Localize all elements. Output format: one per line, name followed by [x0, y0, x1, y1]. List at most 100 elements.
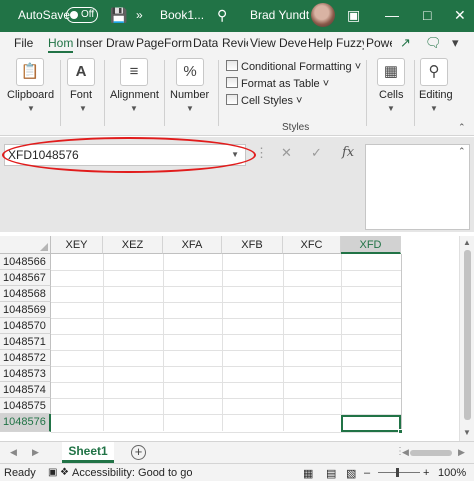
tab-view[interactable]: View — [250, 36, 276, 50]
collapse-formula-bar-icon[interactable]: ⌃ — [458, 146, 466, 157]
zoom-level[interactable]: 100% — [438, 467, 466, 479]
gridline — [51, 432, 401, 433]
vertical-scrollbar[interactable]: ▲ ▼ — [459, 236, 474, 441]
tab-developer[interactable]: Deve — [279, 36, 307, 50]
chevron-down-icon: ▼ — [130, 104, 138, 113]
status-bar: Ready ▣ ❖ Accessibility: Good to go ▦ ▤ … — [0, 463, 474, 481]
cell-styles-button[interactable]: Cell Styles ˅ — [226, 94, 302, 107]
autosave-state: Off — [81, 9, 95, 20]
avatar[interactable] — [311, 3, 335, 27]
row-header[interactable]: 1048567 — [0, 270, 51, 286]
cells-label: Cells — [379, 89, 404, 101]
tab-fuzzy[interactable]: Fuzzy — [336, 36, 364, 50]
gridline — [222, 254, 223, 431]
ribbon-display-icon[interactable]: ▣ — [347, 6, 360, 24]
tab-data[interactable]: Data — [193, 36, 218, 50]
next-sheet-icon[interactable]: ▶ — [32, 447, 39, 458]
collapse-ribbon-icon[interactable]: ⌃ — [458, 122, 466, 133]
sheet-tab[interactable]: Sheet1 — [62, 442, 114, 463]
scroll-up-icon[interactable]: ▲ — [463, 238, 471, 247]
horizontal-scroll-thumb[interactable] — [410, 450, 452, 456]
row-header[interactable]: 1048570 — [0, 318, 51, 334]
insert-function-icon[interactable]: fx — [342, 145, 354, 160]
clipboard-label: Clipboard — [7, 89, 55, 101]
scroll-left-icon[interactable]: ◀ — [402, 447, 409, 458]
formula-bar-handle-icon[interactable]: ⋮ — [255, 145, 268, 161]
column-header[interactable]: XFA — [163, 236, 222, 254]
zoom-slider[interactable] — [378, 472, 420, 473]
row-header[interactable]: 1048568 — [0, 286, 51, 302]
accessibility-icon[interactable]: ❖ — [60, 467, 69, 478]
fill-handle[interactable] — [398, 429, 403, 434]
zoom-out-icon[interactable]: – — [364, 467, 370, 479]
cancel-icon[interactable]: ✕ — [281, 145, 292, 161]
alignment-group[interactable]: ≡ Alignment ▼ — [106, 54, 162, 136]
tab-page-layout[interactable]: Page — [136, 36, 164, 50]
user-name[interactable]: Brad Yundt — [250, 8, 309, 22]
chevron-down-icon: ▼ — [430, 104, 438, 113]
minimize-icon[interactable]: — — [385, 6, 399, 24]
tab-formulas[interactable]: Form — [164, 36, 192, 50]
percent-icon: % — [176, 58, 204, 86]
divider — [218, 60, 219, 126]
search-icon[interactable]: ⚲ — [217, 6, 227, 24]
page-break-view-icon[interactable]: ▧ — [346, 467, 356, 480]
page-layout-view-icon[interactable]: ▤ — [326, 467, 336, 480]
save-icon[interactable]: 💾 — [110, 6, 127, 24]
macro-record-icon[interactable]: ▣ — [48, 467, 57, 478]
column-header[interactable]: XFB — [222, 236, 283, 254]
row-header[interactable]: 1048573 — [0, 366, 51, 382]
row-header[interactable]: 1048571 — [0, 334, 51, 350]
row-header[interactable]: 1048575 — [0, 398, 51, 414]
font-group[interactable]: A Font ▼ — [62, 54, 106, 136]
enter-icon[interactable]: ✓ — [311, 145, 322, 161]
column-header[interactable]: XEZ — [103, 236, 163, 254]
scroll-thumb[interactable] — [464, 250, 471, 420]
select-all-button[interactable] — [0, 236, 51, 254]
formula-input[interactable] — [365, 144, 470, 230]
column-header-selected[interactable]: XFD — [341, 236, 401, 254]
clipboard-group[interactable]: 📋 Clipboard ▼ — [0, 54, 62, 136]
tab-review[interactable]: Revie — [222, 36, 248, 50]
active-cell[interactable] — [341, 415, 403, 434]
row-header[interactable]: 1048569 — [0, 302, 51, 318]
normal-view-icon[interactable]: ▦ — [303, 467, 313, 480]
conditional-formatting-button[interactable]: Conditional Formatting ˅ — [226, 60, 361, 73]
chevron-down-icon: ▼ — [186, 104, 194, 113]
clipboard-icon: 📋 — [16, 58, 44, 86]
cells-group[interactable]: ▦ Cells ▼ — [368, 54, 414, 136]
cell-styles-icon — [226, 94, 238, 105]
worksheet-grid[interactable]: XEY XEZ XFA XFB XFC XFD 1048566 1048567 … — [0, 236, 474, 441]
scroll-down-icon[interactable]: ▼ — [463, 428, 471, 437]
scroll-right-icon[interactable]: ▶ — [458, 447, 465, 458]
add-sheet-button[interactable]: + — [131, 445, 146, 460]
row-header-selected[interactable]: 1048576 — [0, 414, 51, 432]
tab-power[interactable]: Powe — [366, 36, 392, 50]
previous-sheet-icon[interactable]: ◀ — [10, 447, 17, 458]
ribbon-options-icon[interactable]: ▾ — [452, 35, 459, 51]
cells-icon: ▦ — [377, 58, 405, 86]
row-header[interactable]: 1048572 — [0, 350, 51, 366]
column-header[interactable]: XEY — [51, 236, 103, 254]
divider — [164, 60, 165, 126]
tab-file[interactable]: File — [14, 36, 33, 50]
maximize-icon[interactable]: □ — [423, 6, 431, 24]
share-icon[interactable]: ↗ — [400, 35, 411, 51]
tab-help[interactable]: Help — [308, 36, 333, 50]
comments-icon[interactable]: 🗨 — [425, 35, 442, 51]
tab-insert[interactable]: Inser — [76, 36, 104, 50]
number-group[interactable]: % Number ▼ — [166, 54, 216, 136]
zoom-in-icon[interactable]: + — [423, 467, 429, 479]
format-as-table-button[interactable]: Format as Table ˅ — [226, 77, 329, 90]
accessibility-status[interactable]: Accessibility: Good to go — [72, 467, 192, 479]
zoom-slider-thumb[interactable] — [396, 468, 399, 477]
tab-home[interactable]: Hom — [48, 36, 74, 53]
row-header[interactable]: 1048574 — [0, 382, 51, 398]
row-header[interactable]: 1048566 — [0, 254, 51, 270]
close-icon[interactable]: ✕ — [454, 6, 466, 24]
select-all-triangle — [40, 243, 48, 251]
column-header[interactable]: XFC — [283, 236, 341, 254]
autosave-toggle[interactable]: Off — [66, 7, 98, 23]
tab-draw[interactable]: Draw — [106, 36, 134, 50]
more-commands-icon[interactable]: » — [136, 6, 143, 24]
